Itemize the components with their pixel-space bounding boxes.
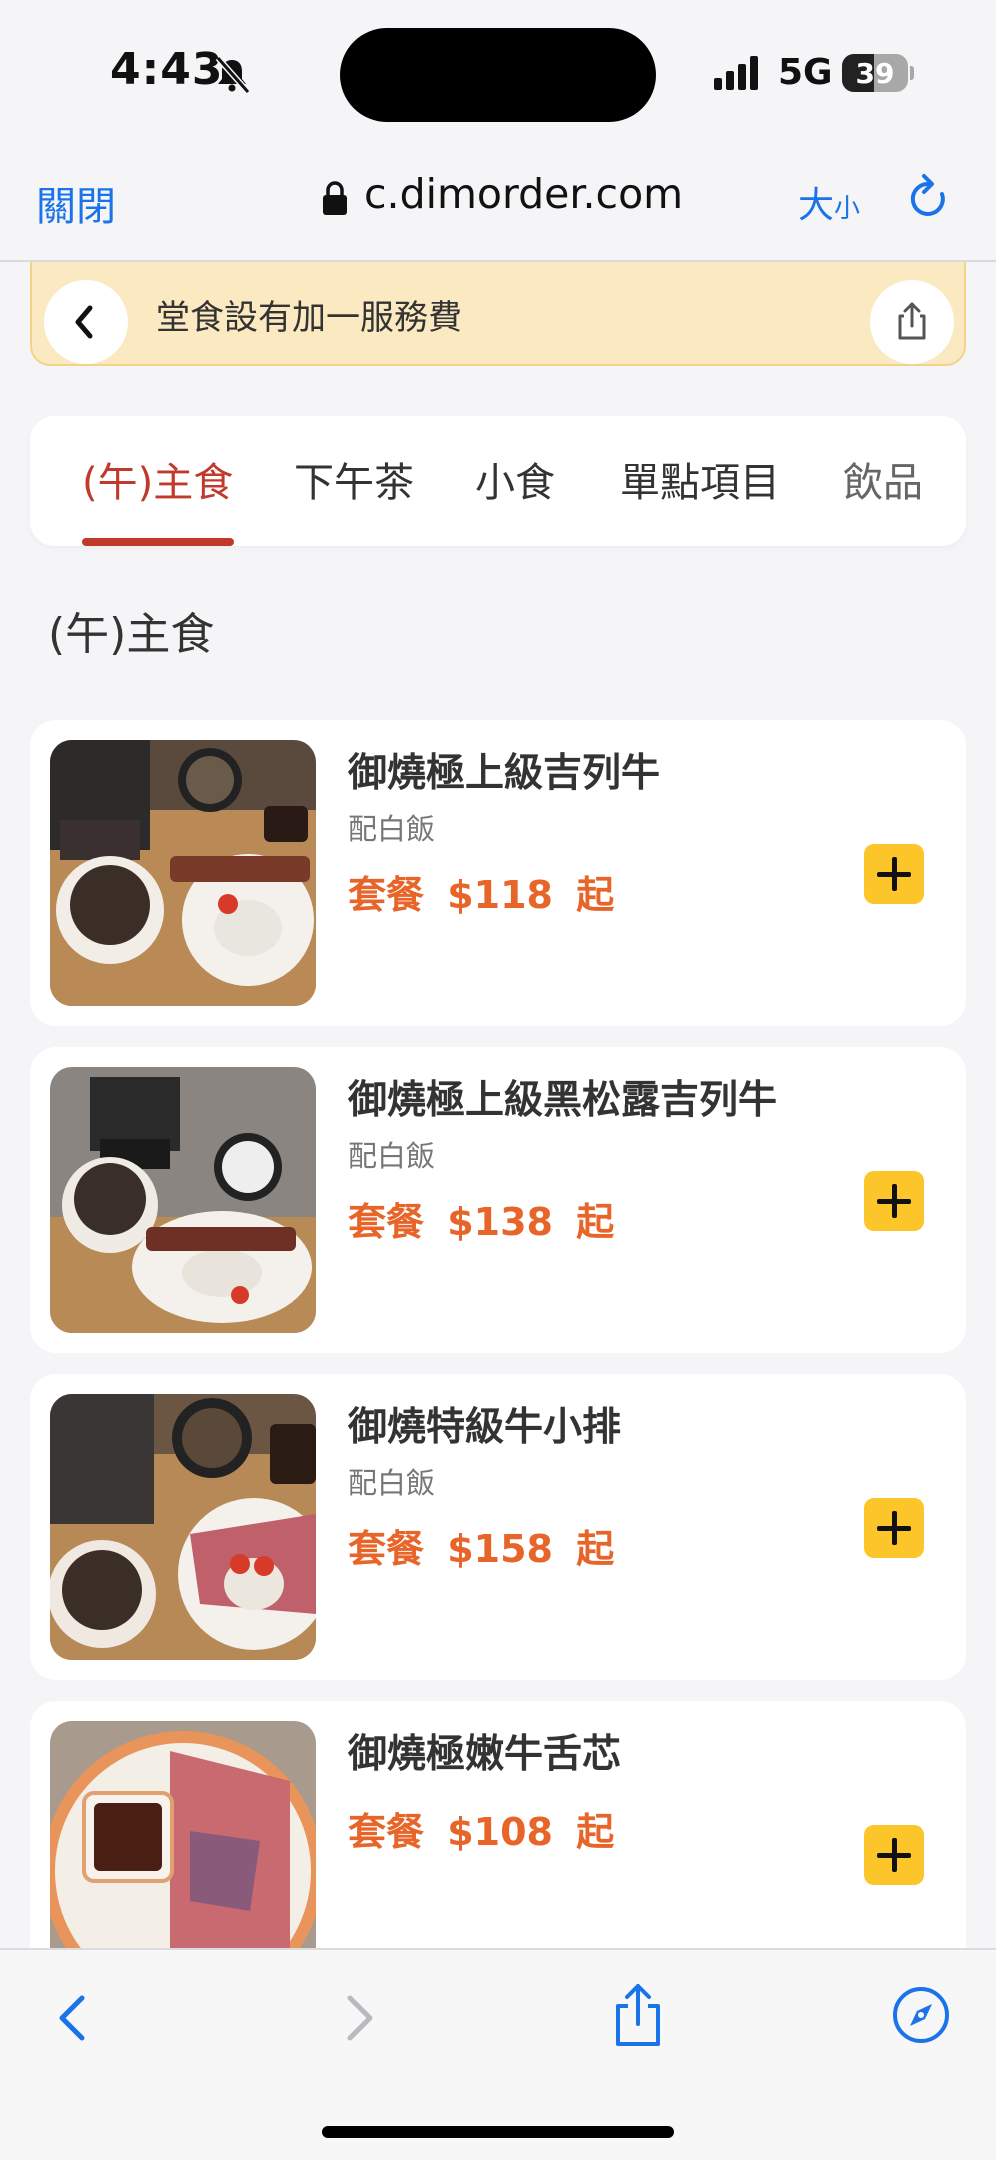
item-name: 御燒極上級黑松露吉列牛 xyxy=(348,1078,778,1123)
item-price: 套餐 $158 起 xyxy=(348,1527,615,1571)
tab-drinks[interactable]: 飲品 xyxy=(843,450,923,508)
back-button[interactable] xyxy=(44,280,128,364)
forward-arrow-icon[interactable] xyxy=(340,1988,380,2048)
service-charge-notice: 堂食設有加一服務費 xyxy=(30,262,966,366)
network-type: 5G xyxy=(778,52,833,93)
lock-icon xyxy=(323,181,347,215)
notice-text: 堂食設有加一服務費 xyxy=(156,298,462,338)
food-photo xyxy=(50,1067,316,1333)
clock: 4:43 xyxy=(110,44,224,95)
menu-item-card[interactable]: 御燒極上級黑松露吉列牛 配白飯 套餐 $138 起 xyxy=(30,1047,966,1353)
bell-muted-icon xyxy=(215,56,251,94)
home-indicator xyxy=(322,2126,674,2138)
chevron-left-icon xyxy=(75,305,93,339)
compass-icon[interactable] xyxy=(890,1984,952,2046)
item-price: 套餐 $108 起 xyxy=(348,1810,615,1854)
category-tabs: (午)主食 下午茶 小食 單點項目 飲品 xyxy=(30,416,966,546)
item-name: 御燒特級牛小排 xyxy=(348,1405,622,1450)
text-size-small-label: 小 xyxy=(834,194,861,224)
item-name: 御燒極嫩牛舌芯 xyxy=(348,1732,622,1777)
battery-nub xyxy=(910,66,914,80)
battery-icon: 39 xyxy=(842,54,908,92)
menu-item-card[interactable]: 御燒特級牛小排 配白飯 套餐 $158 起 xyxy=(30,1374,966,1680)
add-to-cart-button[interactable] xyxy=(864,1825,924,1885)
share-button[interactable] xyxy=(870,280,954,364)
menu-item-card[interactable]: 御燒極上級吉列牛 配白飯 套餐 $118 起 xyxy=(30,720,966,1026)
tab-afternoon-tea[interactable]: 下午茶 xyxy=(294,450,414,508)
browser-bottom-bar xyxy=(0,1948,996,2160)
add-to-cart-button[interactable] xyxy=(864,844,924,904)
share-icon xyxy=(898,302,926,340)
add-to-cart-button[interactable] xyxy=(864,1498,924,1558)
browser-toolbar: 關閉 c.dimorder.com 大小 xyxy=(0,140,996,262)
tab-a-la-carte[interactable]: 單點項目 xyxy=(620,450,780,508)
active-tab-indicator xyxy=(82,538,234,546)
text-size-button[interactable]: 大小 xyxy=(798,176,860,228)
status-bar: 4:43 5G 39 xyxy=(0,0,996,140)
tab-snacks[interactable]: 小食 xyxy=(475,450,555,508)
text-size-big-label: 大 xyxy=(798,185,835,226)
battery-level: 39 xyxy=(855,57,895,90)
back-arrow-icon[interactable] xyxy=(52,1988,92,2048)
food-photo xyxy=(50,740,316,1006)
close-button[interactable]: 關閉 xyxy=(36,174,116,232)
item-price: 套餐 $118 起 xyxy=(348,873,615,917)
share-icon[interactable] xyxy=(610,1980,666,2050)
food-photo xyxy=(50,1394,316,1660)
address-bar-url[interactable]: c.dimorder.com xyxy=(364,170,683,218)
dynamic-island xyxy=(340,28,656,122)
signal-icon xyxy=(714,56,758,90)
item-name: 御燒極上級吉列牛 xyxy=(348,751,661,796)
add-to-cart-button[interactable] xyxy=(864,1171,924,1231)
reload-icon[interactable] xyxy=(904,172,954,226)
tab-lunch-main[interactable]: (午)主食 xyxy=(82,450,233,508)
item-side: 配白飯 xyxy=(348,1139,436,1173)
item-side: 配白飯 xyxy=(348,1466,436,1500)
item-price: 套餐 $138 起 xyxy=(348,1200,615,1244)
section-title: (午)主食 xyxy=(48,609,215,660)
item-side: 配白飯 xyxy=(348,812,436,846)
